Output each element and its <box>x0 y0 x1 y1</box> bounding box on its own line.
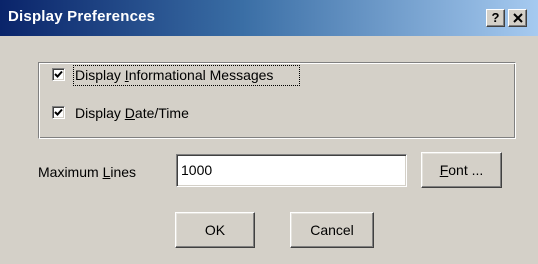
cancel-button[interactable]: Cancel <box>290 212 374 248</box>
title-bar[interactable]: Display Preferences ? <box>0 0 538 36</box>
focus-rectangle <box>73 65 300 86</box>
close-icon <box>513 13 523 23</box>
font-button[interactable]: Font ... <box>421 152 502 188</box>
date-time-checkbox[interactable] <box>52 106 65 119</box>
informational-messages-checkbox[interactable] <box>52 68 65 81</box>
ok-button[interactable]: OK <box>175 212 255 248</box>
close-button[interactable] <box>508 9 527 27</box>
checkmark-icon <box>54 70 63 78</box>
display-preferences-dialog: Display Preferences ? Display Informatio… <box>0 0 538 264</box>
maximum-lines-input[interactable]: 1000 <box>176 154 407 187</box>
window-title: Display Preferences <box>8 8 156 25</box>
date-time-label: Display Date/Time <box>75 105 189 121</box>
checkmark-icon <box>54 108 63 116</box>
help-button[interactable]: ? <box>486 9 505 27</box>
maximum-lines-label: Maximum Lines <box>38 164 137 180</box>
